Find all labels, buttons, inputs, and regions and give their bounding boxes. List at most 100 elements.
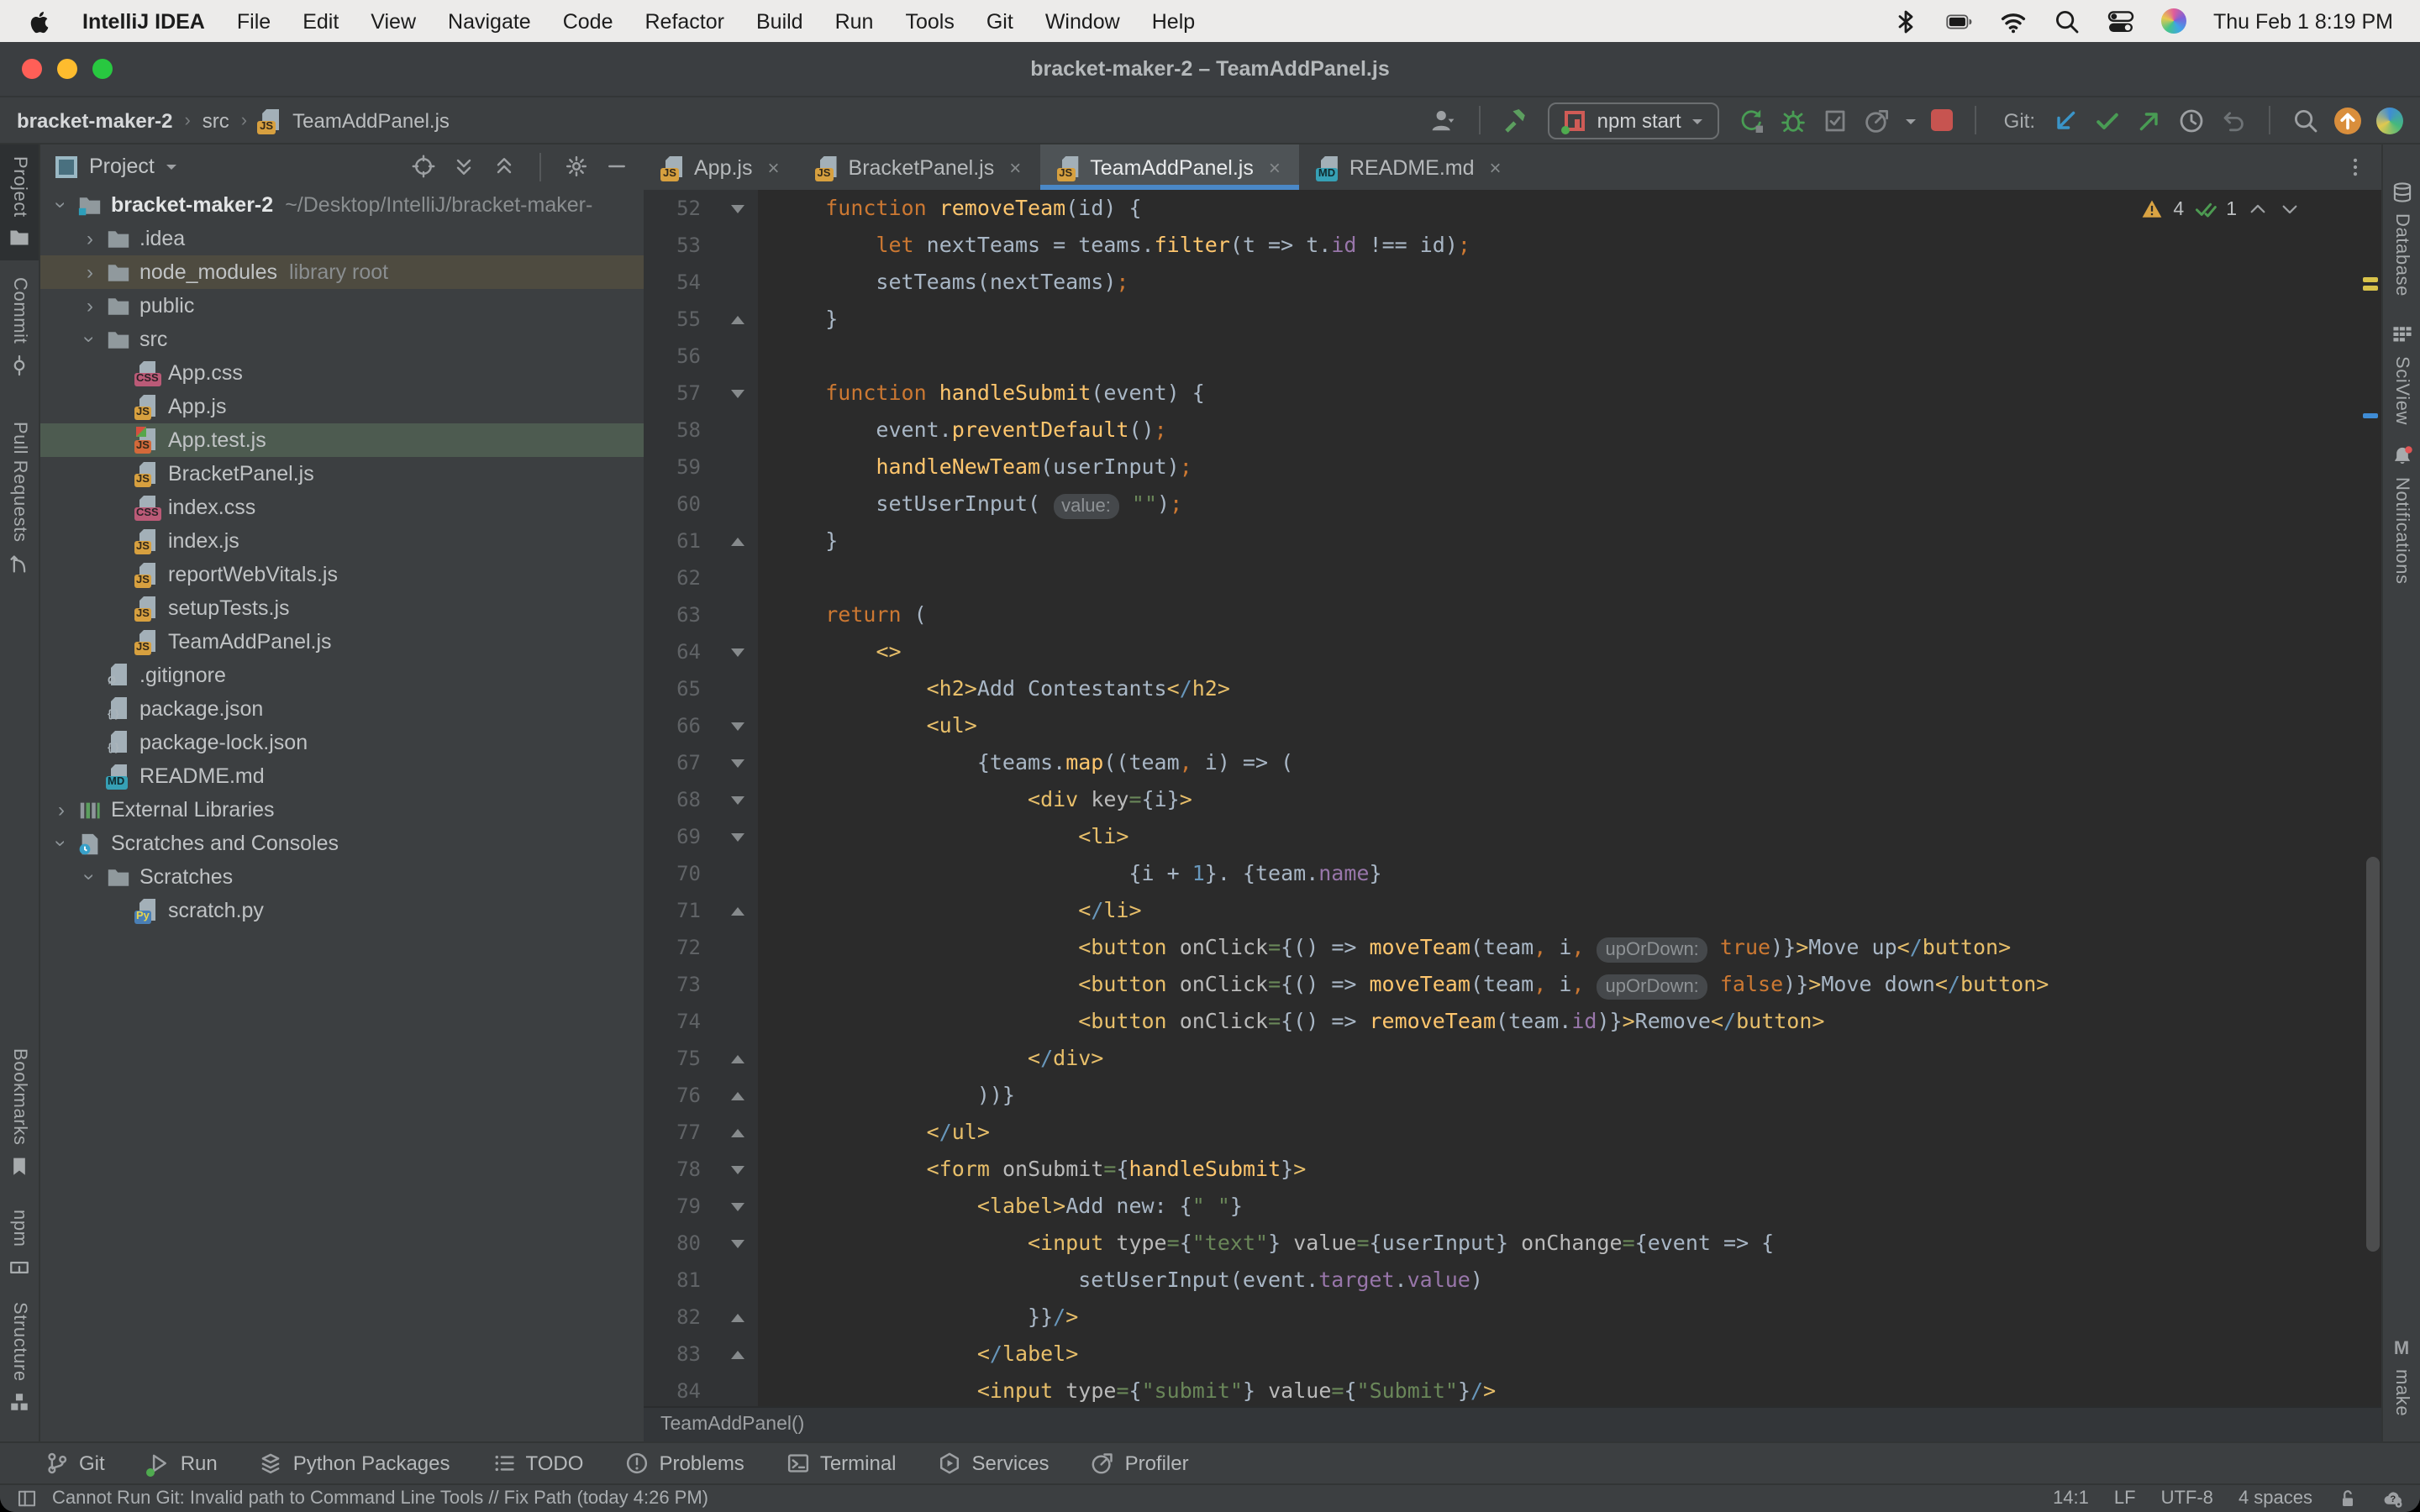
fold-gutter[interactable] xyxy=(718,781,758,818)
fold-gutter[interactable] xyxy=(718,1336,758,1373)
toolwindow-button-git[interactable]: Git xyxy=(45,1452,105,1475)
arrow-ur-icon[interactable] xyxy=(2136,107,2163,134)
toolwindow-button-todo[interactable]: TODO xyxy=(492,1452,583,1475)
minimize-window-button[interactable] xyxy=(57,59,77,79)
fold-gutter[interactable] xyxy=(718,1299,758,1336)
fold-gutter[interactable] xyxy=(718,1114,758,1151)
fold-gutter[interactable] xyxy=(718,375,758,412)
tree-item-external-libraries[interactable]: › External Libraries xyxy=(40,793,644,827)
stop-button[interactable] xyxy=(1931,109,1954,131)
update-available-button[interactable] xyxy=(2334,107,2361,134)
stripe-item-structure[interactable]: Structure xyxy=(0,1289,39,1425)
chevron-down-icon[interactable]: › xyxy=(78,866,102,888)
toolwindow-button-profiler[interactable]: Profiler xyxy=(1092,1452,1189,1475)
fold-gutter[interactable] xyxy=(718,892,758,929)
tree-item-index.js[interactable]: JS index.js xyxy=(40,524,644,558)
warning-stripe-mark[interactable] xyxy=(2363,286,2378,290)
hammer-icon[interactable] xyxy=(1503,107,1530,134)
profiler-run-icon[interactable] xyxy=(1865,107,1891,134)
close-tab-icon[interactable]: × xyxy=(1269,155,1281,179)
status-message[interactable]: Cannot Run Git: Invalid path to Command … xyxy=(52,1488,708,1509)
editor-scrollbar[interactable] xyxy=(2366,857,2380,1252)
fold-gutter[interactable] xyxy=(718,1188,758,1225)
fold-gutter[interactable] xyxy=(718,818,758,855)
indent-setting[interactable]: 4 spaces xyxy=(2238,1488,2312,1509)
toolwindow-button-terminal[interactable]: Terminal xyxy=(786,1452,897,1475)
menu-clock[interactable]: Thu Feb 1 8:19 PM xyxy=(2213,9,2393,33)
rerun-icon[interactable] xyxy=(1739,107,1765,134)
tree-item-package-lock.json[interactable]: { } package-lock.json xyxy=(40,726,644,759)
zoom-window-button[interactable] xyxy=(92,59,113,79)
tree-item-public[interactable]: › public xyxy=(40,289,644,323)
coverage-icon[interactable] xyxy=(1823,107,1849,134)
close-tab-icon[interactable]: × xyxy=(1490,155,1502,179)
toolwindow-switcher-icon[interactable] xyxy=(17,1488,37,1509)
tree-item-teamaddpanel.js[interactable]: JS TeamAddPanel.js xyxy=(40,625,644,659)
fold-gutter[interactable] xyxy=(718,633,758,670)
tab-bracketpanel.js[interactable]: JS BracketPanel.js × xyxy=(798,144,1040,190)
chevron-up-icon[interactable] xyxy=(2247,198,2269,220)
chevron-right-icon[interactable]: › xyxy=(50,800,72,820)
chevron-right-icon[interactable]: › xyxy=(79,296,101,316)
tree-item-src[interactable]: › src xyxy=(40,323,644,356)
apple-icon[interactable] xyxy=(27,8,52,34)
tree-item-app.test.js[interactable]: JS App.test.js xyxy=(40,423,644,457)
gear-icon[interactable] xyxy=(565,155,588,178)
expand-icon[interactable] xyxy=(452,155,476,178)
chevron-right-icon[interactable]: › xyxy=(79,228,101,249)
menu-item-edit[interactable]: Edit xyxy=(302,9,339,33)
tree-item-scratch.py[interactable]: Py scratch.py xyxy=(40,894,644,927)
fold-gutter[interactable] xyxy=(718,190,758,227)
inspections-widget[interactable]: 4 1 xyxy=(2141,198,2301,220)
stripe-item-pull-requests[interactable]: Pull Requests xyxy=(0,410,39,586)
run-configuration-select[interactable]: npm start xyxy=(1548,102,1720,139)
line-ending[interactable]: LF xyxy=(2114,1488,2136,1509)
toolwindow-button-problems[interactable]: Problems xyxy=(625,1452,744,1475)
chevron-down-icon[interactable]: › xyxy=(50,832,73,854)
stripe-item-project[interactable]: Project xyxy=(0,144,39,261)
menu-item-run[interactable]: Run xyxy=(835,9,874,33)
tree-item-scratches[interactable]: › Scratches xyxy=(40,860,644,894)
menu-item-help[interactable]: Help xyxy=(1152,9,1195,33)
menu-item-file[interactable]: File xyxy=(237,9,271,33)
breadcrumb-item[interactable]: src xyxy=(203,108,229,132)
stripe-item-notifications[interactable]: Notifications xyxy=(2383,433,2420,596)
stripe-item-database[interactable]: Database xyxy=(2383,170,2420,308)
chevron-down-icon[interactable] xyxy=(2279,198,2301,220)
warning-stripe-mark[interactable] xyxy=(2363,277,2378,281)
menu-item-window[interactable]: Window xyxy=(1045,9,1120,33)
fold-gutter[interactable] xyxy=(718,1040,758,1077)
close-tab-icon[interactable]: × xyxy=(1009,155,1021,179)
tab-readme.md[interactable]: MD README.md × xyxy=(1299,144,1520,190)
chevron-down-icon[interactable]: › xyxy=(78,328,102,350)
tree-item-bracket-maker-2[interactable]: › bracket-maker-2 ~/Desktop/IntelliJ/brack… xyxy=(40,188,644,222)
chevron-right-icon[interactable]: › xyxy=(79,262,101,282)
menu-item-tools[interactable]: Tools xyxy=(905,9,954,33)
user-icon[interactable] xyxy=(1431,107,1458,134)
menu-item-intellij-idea[interactable]: IntelliJ IDEA xyxy=(82,9,205,33)
fold-gutter[interactable] xyxy=(718,1225,758,1262)
menu-item-build[interactable]: Build xyxy=(756,9,803,33)
tab-app.js[interactable]: JS App.js × xyxy=(644,144,798,190)
search-icon[interactable] xyxy=(2292,107,2319,134)
minus-icon[interactable] xyxy=(605,155,629,178)
tab-options-button[interactable] xyxy=(2329,144,2381,190)
stripe-item-make[interactable]: Mmake xyxy=(2383,1327,2420,1428)
tree-item-bracketpanel.js[interactable]: JS BracketPanel.js xyxy=(40,457,644,491)
tree-item-reportwebvitals.js[interactable]: JS reportWebVitals.js xyxy=(40,558,644,591)
stripe-item-commit[interactable]: Commit xyxy=(0,265,39,387)
tab-teamaddpanel.js[interactable]: JS TeamAddPanel.js × xyxy=(1039,144,1300,190)
stripe-item-npm[interactable]: npm xyxy=(0,1197,39,1290)
bug-icon[interactable] xyxy=(1781,107,1807,134)
fold-gutter[interactable] xyxy=(718,1151,758,1188)
toolwindow-button-run[interactable]: Run xyxy=(146,1452,218,1477)
breadcrumb-item[interactable]: TeamAddPanel.js xyxy=(292,108,450,132)
tree-item-node-modules[interactable]: › node_modules library root xyxy=(40,255,644,289)
tree-item-index.css[interactable]: CSS index.css xyxy=(40,491,644,524)
collapse-icon[interactable] xyxy=(492,155,516,178)
tree-item-.gitignore[interactable]: Ø .gitignore xyxy=(40,659,644,692)
toolwindow-button-services[interactable]: Services xyxy=(939,1452,1050,1475)
clock-icon[interactable] xyxy=(2178,107,2205,134)
menu-item-refactor[interactable]: Refactor xyxy=(645,9,725,33)
menu-item-git[interactable]: Git xyxy=(986,9,1013,33)
